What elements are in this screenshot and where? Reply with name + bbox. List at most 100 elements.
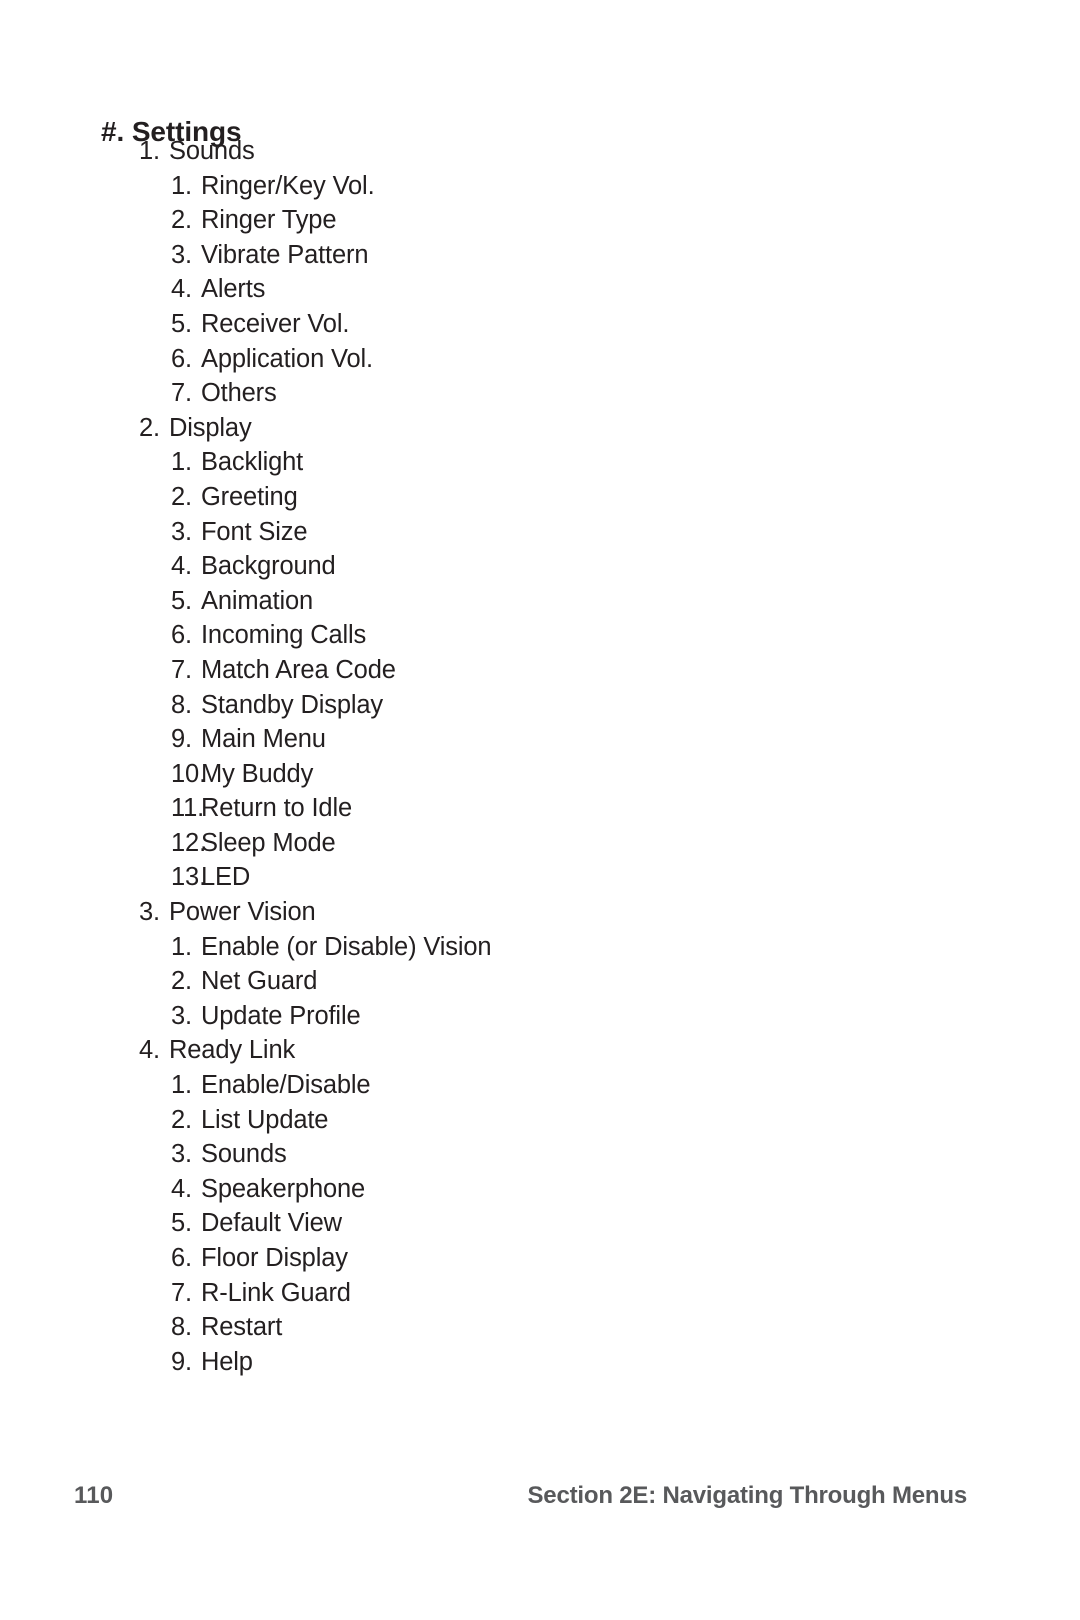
- outline-item-level-2: 8. Standby Display: [0, 688, 1080, 723]
- outline-item-marker: 2.: [171, 967, 192, 996]
- outline-item-marker: 1.: [171, 932, 192, 961]
- outline-item-marker: 4.: [171, 275, 192, 304]
- outline-item-label: Display: [169, 413, 252, 442]
- outline-item-level-1: 1. Sounds: [0, 134, 1080, 169]
- outline-item-marker: 6.: [171, 344, 192, 373]
- outline-item-level-2: 7. Match Area Code: [0, 653, 1080, 688]
- outline-item-marker: 2.: [171, 1105, 192, 1134]
- outline-item-marker: 7.: [171, 379, 192, 408]
- outline-item-level-2: 2. Net Guard: [0, 964, 1080, 999]
- page-number: 110: [74, 1482, 114, 1509]
- outline-item-label: Restart: [201, 1313, 283, 1342]
- settings-menu-outline: 1. Sounds 1. Ringer/Key Vol. 2. Ringer Type 3.…: [0, 134, 1080, 1379]
- outline-item-label: Main Menu: [201, 725, 326, 754]
- outline-item-marker: 7.: [171, 1278, 192, 1307]
- outline-item-label: Ready Link: [169, 1036, 296, 1065]
- outline-item-marker: 4.: [171, 1174, 192, 1203]
- outline-item-label: Enable/Disable: [201, 1071, 371, 1100]
- outline-item-label: Default View: [201, 1209, 342, 1238]
- outline-item-label: Power Vision: [169, 898, 316, 927]
- outline-item-label: Ringer/Key Vol.: [201, 171, 375, 200]
- outline-item-level-2: 3. Update Profile: [0, 999, 1080, 1034]
- outline-item-label: Background: [201, 552, 336, 581]
- outline-item-level-2: 6. Application Vol.: [0, 342, 1080, 377]
- outline-item-marker: 3.: [171, 1001, 192, 1030]
- outline-item-label: Floor Display: [201, 1244, 348, 1272]
- outline-item-marker: 1.: [139, 137, 160, 165]
- running-head: Section 2E: Navigating Through Menus: [527, 1482, 968, 1509]
- outline-item-level-2: 9. Main Menu: [0, 722, 1080, 757]
- outline-item-label: Enable (or Disable) Vision: [201, 932, 492, 961]
- outline-item-label: Incoming Calls: [201, 621, 367, 650]
- outline-item-marker: 2.: [171, 206, 192, 235]
- outline-item-label: Vibrate Pattern: [201, 240, 369, 269]
- outline-item-label: Alerts: [201, 275, 266, 304]
- outline-item-marker: 6.: [171, 621, 192, 650]
- outline-item-level-2: 11. Return to Idle: [0, 791, 1080, 826]
- outline-item-level-2: 7. Others: [0, 376, 1080, 411]
- page-footer: 110 Section 2E: Navigating Through Menus: [0, 1482, 1080, 1522]
- outline-item-marker: 11.: [171, 794, 205, 823]
- outline-item-label: Net Guard: [201, 967, 318, 996]
- outline-item-level-1: 4. Ready Link: [0, 1033, 1080, 1068]
- outline-item-level-2: 12. Sleep Mode: [0, 826, 1080, 861]
- outline-item-level-2: 8. Restart: [0, 1310, 1080, 1345]
- outline-item-level-2: 1. Enable (or Disable) Vision: [0, 930, 1080, 965]
- outline-item-label: My Buddy: [201, 759, 314, 788]
- outline-item-label: LED: [201, 863, 251, 892]
- outline-item-label: Backlight: [201, 448, 304, 477]
- outline-item-level-2: 4. Background: [0, 549, 1080, 584]
- outline-item-marker: 6.: [171, 1244, 192, 1272]
- outline-item-level-2: 13. LED: [0, 860, 1080, 895]
- outline-item-marker: 3.: [171, 240, 192, 269]
- outline-item-label: R-Link Guard: [201, 1278, 351, 1307]
- outline-item-marker: 13.: [171, 863, 206, 892]
- outline-item-marker: 8.: [171, 690, 192, 719]
- outline-item-label: Return to Idle: [201, 794, 352, 823]
- outline-item-level-2: 2. List Update: [0, 1103, 1080, 1138]
- outline-item-label: Greeting: [201, 482, 298, 511]
- outline-item-marker: 9.: [171, 725, 192, 754]
- outline-item-level-2: 5. Default View: [0, 1206, 1080, 1241]
- outline-item-marker: 9.: [171, 1347, 192, 1376]
- outline-item-marker: 4.: [171, 552, 192, 581]
- outline-item-level-2: 2. Ringer Type: [0, 203, 1080, 238]
- outline-item-level-2: 4. Speakerphone: [0, 1172, 1080, 1207]
- outline-item-label: Application Vol.: [201, 344, 373, 373]
- outline-item-level-2: 2. Greeting: [0, 480, 1080, 515]
- outline-item-level-2: 1. Enable/Disable: [0, 1068, 1080, 1103]
- outline-item-label: Standby Display: [201, 690, 384, 719]
- outline-item-level-2: 6. Floor Display: [0, 1241, 1080, 1276]
- outline-item-level-1: 3. Power Vision: [0, 895, 1080, 930]
- outline-item-level-1: 2. Display: [0, 411, 1080, 446]
- outline-item-level-2: 6. Incoming Calls: [0, 618, 1080, 653]
- outline-item-label: Receiver Vol.: [201, 309, 350, 338]
- outline-item-marker: 2.: [171, 482, 192, 511]
- outline-item-label: Help: [201, 1347, 253, 1376]
- outline-item-marker: 3.: [171, 1140, 192, 1169]
- outline-item-level-2: 1. Ringer/Key Vol.: [0, 169, 1080, 204]
- outline-item-marker: 7.: [171, 655, 192, 684]
- outline-item-level-2: 5. Animation: [0, 584, 1080, 619]
- outline-item-marker: 4.: [139, 1036, 160, 1065]
- outline-item-marker: 8.: [171, 1313, 192, 1342]
- outline-item-marker: 12.: [171, 828, 206, 857]
- outline-item-level-2: 1. Backlight: [0, 445, 1080, 480]
- outline-item-level-2: 3. Font Size: [0, 515, 1080, 550]
- outline-item-label: Animation: [201, 586, 314, 615]
- outline-item-marker: 3.: [171, 517, 192, 546]
- outline-item-level-2: 7. R-Link Guard: [0, 1276, 1080, 1311]
- outline-item-label: Others: [201, 379, 277, 408]
- outline-item-label: List Update: [201, 1105, 329, 1134]
- outline-item-label: Speakerphone: [201, 1174, 366, 1203]
- outline-item-label: Update Profile: [201, 1001, 361, 1030]
- outline-item-label: Match Area Code: [201, 655, 396, 684]
- outline-item-marker: 5.: [171, 309, 192, 338]
- outline-item-level-2: 10. My Buddy: [0, 757, 1080, 792]
- outline-item-marker: 1.: [171, 1071, 192, 1100]
- outline-item-marker: 1.: [171, 448, 192, 477]
- outline-item-level-2: 3. Vibrate Pattern: [0, 238, 1080, 273]
- outline-item-marker: 1.: [171, 171, 192, 200]
- outline-item-label: Ringer Type: [201, 206, 337, 235]
- outline-item-marker: 5.: [171, 586, 192, 615]
